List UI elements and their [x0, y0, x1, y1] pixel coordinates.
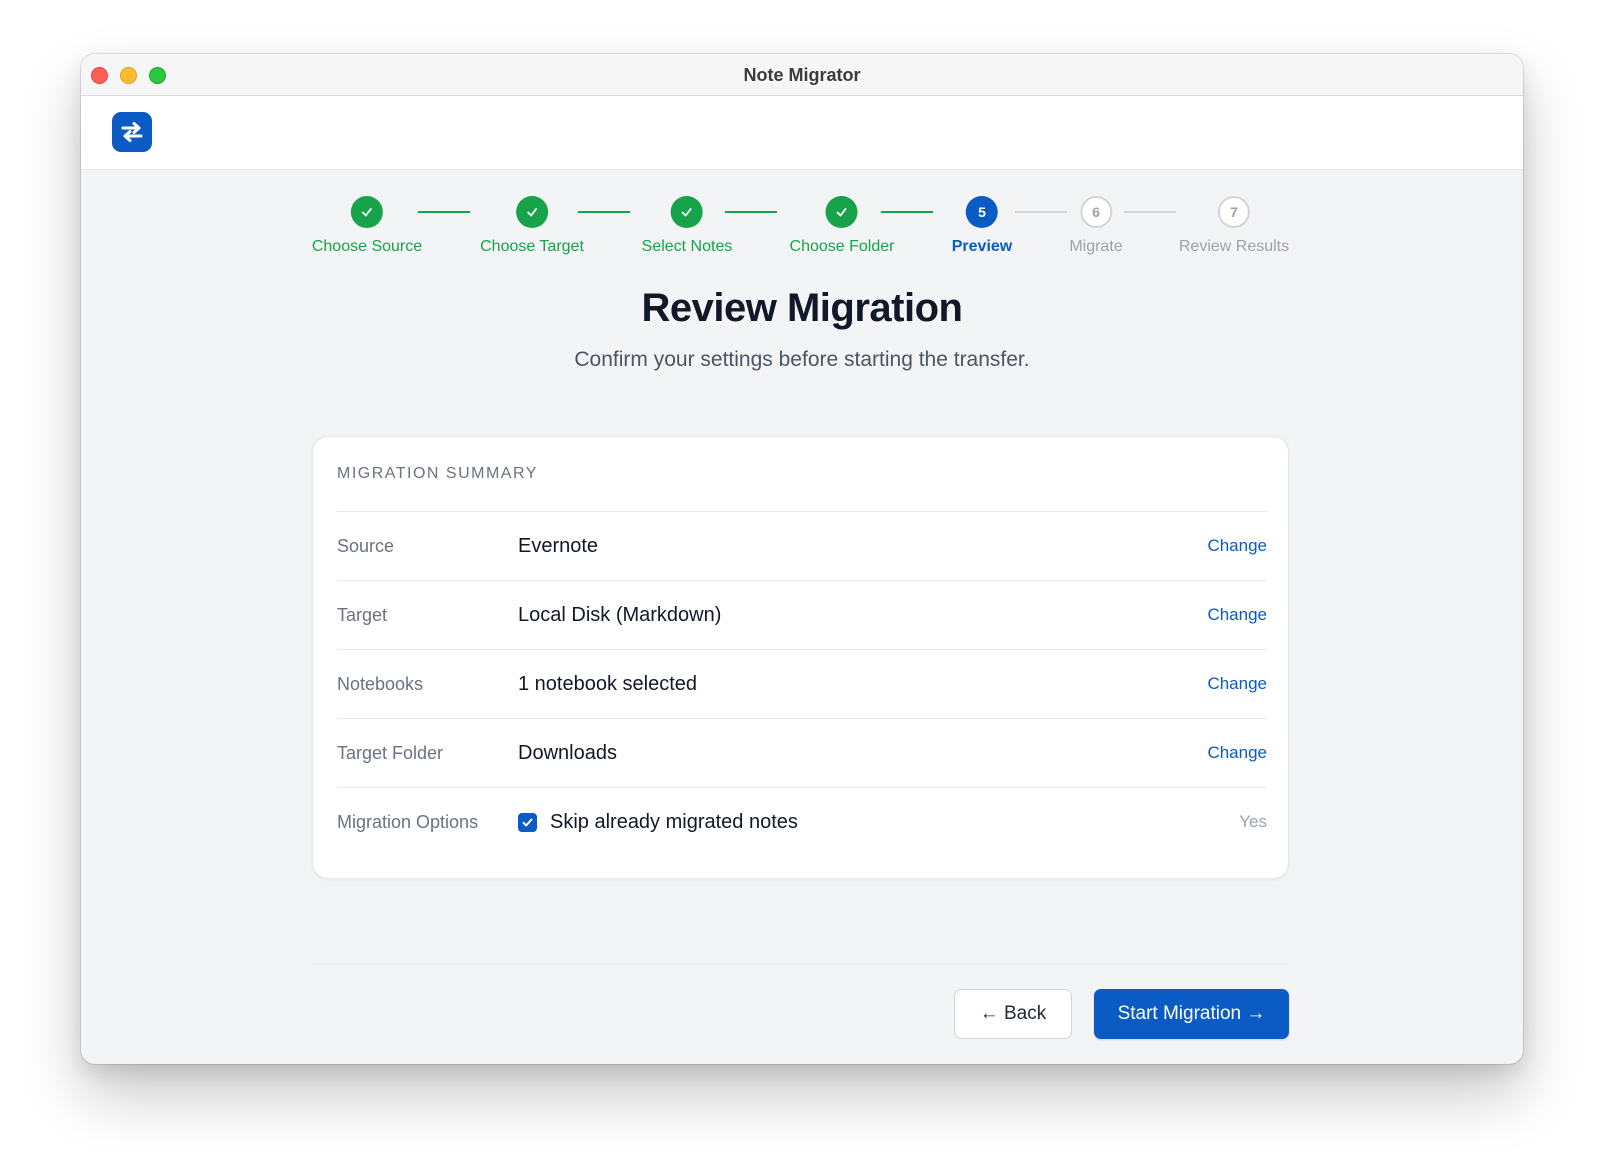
migration-summary-card: MIGRATION SUMMARY Source Evernote Change…: [312, 436, 1289, 879]
step-label: Migrate: [1069, 238, 1123, 255]
app-window: Note Migrator Choose Source Choose Targe…: [81, 54, 1523, 1064]
row-label: Target Folder: [337, 742, 444, 763]
page-title: Review Migration: [641, 286, 963, 330]
step-number: 5: [965, 196, 998, 228]
step-review-results: 7 Review Results: [1179, 196, 1289, 256]
step-choose-target[interactable]: Choose Target: [480, 196, 584, 256]
step-choose-source[interactable]: Choose Source: [312, 196, 422, 256]
step-choose-folder[interactable]: Choose Folder: [789, 196, 895, 256]
option-status: Yes: [1239, 812, 1267, 831]
check-icon: [671, 196, 703, 228]
check-icon: [350, 196, 383, 228]
step-label: Choose Target: [480, 238, 584, 255]
checkbox-label[interactable]: Skip already migrated notes: [550, 811, 798, 834]
step-connector: [1124, 211, 1176, 213]
row-label: Migration Options: [337, 811, 479, 832]
summary-row-options: Migration Options Skip already migrated …: [337, 787, 1267, 856]
step-label: Preview: [951, 238, 1013, 255]
skip-migrated-checkbox[interactable]: [518, 812, 537, 832]
row-label: Source: [337, 535, 395, 556]
row-value: Downloads: [518, 741, 617, 764]
back-button[interactable]: ← Back: [954, 989, 1072, 1039]
step-preview[interactable]: 5 Preview: [952, 196, 1012, 256]
row-label: Notebooks: [337, 673, 424, 694]
step-connector: [725, 211, 777, 213]
summary-title: MIGRATION SUMMARY: [337, 465, 538, 482]
wizard-stepper: Choose Source Choose Target Select Notes…: [81, 54, 1523, 255]
step-connector: [418, 211, 470, 213]
change-notebooks-link[interactable]: Change: [1207, 674, 1267, 694]
summary-row-target-folder: Target Folder Downloads Change: [337, 718, 1267, 787]
footer-divider: [312, 964, 1289, 965]
checkmark-icon: [522, 818, 533, 826]
step-migrate: 6 Migrate: [1069, 196, 1123, 256]
row-value: Local Disk (Markdown): [518, 603, 722, 626]
row-value: 1 notebook selected: [518, 672, 698, 695]
change-source-link[interactable]: Change: [1207, 536, 1267, 556]
check-icon: [825, 196, 858, 228]
start-migration-button[interactable]: Start Migration →: [1094, 989, 1289, 1039]
change-target-folder-link[interactable]: Change: [1207, 743, 1267, 763]
summary-row-target: Target Local Disk (Markdown) Change: [337, 580, 1267, 649]
step-number: 6: [1079, 196, 1112, 228]
step-select-notes[interactable]: Select Notes: [641, 196, 733, 256]
option-value: Skip already migrated notes: [518, 811, 1239, 834]
step-label: Choose Source: [311, 238, 423, 255]
row-label: Target: [337, 604, 388, 625]
step-label: Select Notes: [641, 238, 733, 255]
step-label: Review Results: [1178, 238, 1290, 255]
row-value: Evernote: [518, 534, 599, 557]
summary-row-source: Source Evernote Change: [337, 511, 1267, 580]
step-number: 7: [1217, 196, 1250, 228]
change-target-link[interactable]: Change: [1207, 605, 1267, 625]
check-icon: [516, 196, 548, 228]
step-label: Choose Folder: [789, 238, 895, 255]
step-connector: [578, 211, 630, 213]
page-subtitle: Confirm your settings before starting th…: [574, 348, 1030, 371]
step-connector: [1015, 211, 1067, 213]
summary-row-notebooks: Notebooks 1 notebook selected Change: [337, 649, 1267, 718]
